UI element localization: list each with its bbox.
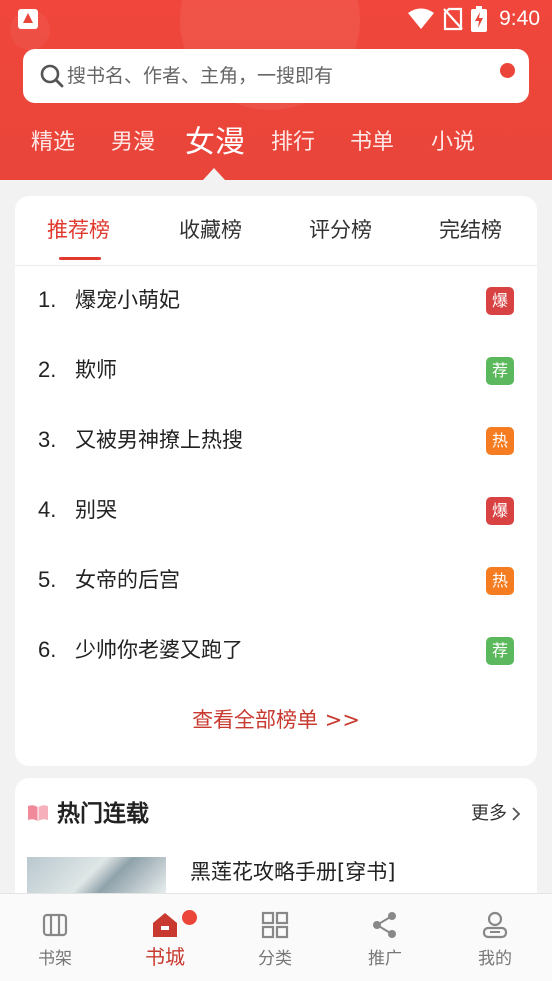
rank-number: 1. — [38, 287, 57, 312]
book-title: 别哭 — [75, 498, 117, 522]
book-title: 女帝的后宫 — [75, 568, 180, 592]
active-tab-pointer — [203, 168, 225, 180]
status-time: 9:40 — [499, 7, 540, 30]
search-icon — [40, 64, 64, 88]
tab-nvman[interactable]: 女漫 — [185, 124, 245, 162]
status-badge: 爆 — [486, 497, 514, 525]
section-header: 热门连载 更多 — [15, 778, 537, 852]
nav-notification-dot — [182, 910, 197, 925]
list-item[interactable]: 1. 爆宠小萌妃 爆 — [15, 266, 537, 336]
battery-charging-icon — [471, 6, 488, 32]
tab-shudan[interactable]: 书单 — [350, 128, 394, 158]
nav-label: 书架 — [38, 949, 72, 969]
header: 9:40 精选 男漫 女漫 排行 书单 小说 — [0, 0, 552, 180]
tab-favorite-rank[interactable]: 收藏榜 — [179, 216, 242, 244]
tab-completed-rank[interactable]: 完结榜 — [439, 216, 502, 244]
book-title: 又被男神撩上热搜 — [75, 428, 243, 452]
tab-jingxuan[interactable]: 精选 — [31, 128, 75, 158]
status-badge: 爆 — [486, 287, 514, 315]
nav-bookshelf[interactable]: 书架 — [0, 894, 110, 981]
tab-xiaoshuo[interactable]: 小说 — [431, 128, 475, 158]
rank-number: 5. — [38, 567, 57, 592]
nav-label: 书城 — [145, 945, 185, 969]
book-cover[interactable] — [27, 857, 166, 897]
list-item[interactable]: 6. 少帅你老婆又跑了 荐 — [15, 616, 537, 686]
list-item[interactable]: 2. 欺师 荐 — [15, 336, 537, 406]
status-badge: 荐 — [486, 637, 514, 665]
chevron-right-icon — [512, 807, 521, 821]
more-link[interactable]: 更多 — [471, 802, 521, 826]
nav-promote[interactable]: 推广 — [330, 894, 440, 981]
no-sim-icon — [443, 7, 463, 31]
list-item[interactable]: 3. 又被男神撩上热搜 热 — [15, 406, 537, 476]
ranking-tabs: 推荐榜 收藏榜 评分榜 完结榜 — [15, 196, 537, 266]
tab-paihang[interactable]: 排行 — [271, 128, 315, 158]
book-title: 少帅你老婆又跑了 — [75, 638, 243, 662]
bookshelf-icon — [42, 913, 68, 937]
book-title: 欺师 — [75, 358, 117, 382]
tab-nanman[interactable]: 男漫 — [111, 128, 155, 158]
bookstore-icon — [153, 913, 177, 937]
book-title: 爆宠小萌妃 — [75, 288, 180, 312]
profile-icon — [482, 911, 508, 939]
rank-number: 3. — [38, 427, 57, 452]
category-icon — [261, 911, 289, 939]
bottom-navigation: 书架 书城 分类 推广 我的 — [0, 893, 552, 981]
list-item[interactable]: 5. 女帝的后宫 热 — [15, 546, 537, 616]
nav-profile[interactable]: 我的 — [440, 894, 550, 981]
rank-number: 4. — [38, 497, 57, 522]
more-label: 更多 — [471, 803, 507, 824]
view-all-rankings-link[interactable]: 查看全部榜单 >> — [15, 706, 537, 734]
top-category-tabs: 精选 男漫 女漫 排行 书单 小说 — [0, 118, 552, 174]
wifi-icon — [408, 8, 435, 29]
section-title: 热门连载 — [57, 801, 149, 827]
rank-number: 2. — [38, 357, 57, 382]
search-bar[interactable] — [23, 49, 529, 103]
open-book-icon — [28, 805, 48, 821]
nav-label: 我的 — [478, 949, 512, 969]
app-notification-icon — [18, 9, 38, 29]
nav-category[interactable]: 分类 — [220, 894, 330, 981]
nav-label: 推广 — [368, 949, 402, 969]
tab-recommend-rank[interactable]: 推荐榜 — [47, 216, 110, 244]
search-input[interactable] — [67, 56, 487, 96]
book-title[interactable]: 黑莲花攻略手册[穿书] — [190, 858, 395, 886]
status-badge: 热 — [486, 427, 514, 455]
share-icon — [373, 912, 396, 938]
tab-rating-rank[interactable]: 评分榜 — [309, 216, 372, 244]
search-notification-dot — [500, 63, 515, 78]
active-tab-underline — [59, 257, 101, 260]
status-bar: 9:40 — [0, 0, 552, 38]
status-badge: 荐 — [486, 357, 514, 385]
nav-bookstore[interactable]: 书城 — [110, 894, 220, 981]
ranking-card: 推荐榜 收藏榜 评分榜 完结榜 1. 爆宠小萌妃 爆 2. 欺师 荐 3. 又被… — [15, 196, 537, 766]
list-item[interactable]: 4. 别哭 爆 — [15, 476, 537, 546]
status-badge: 热 — [486, 567, 514, 595]
rank-number: 6. — [38, 637, 57, 662]
nav-label: 分类 — [258, 949, 292, 969]
